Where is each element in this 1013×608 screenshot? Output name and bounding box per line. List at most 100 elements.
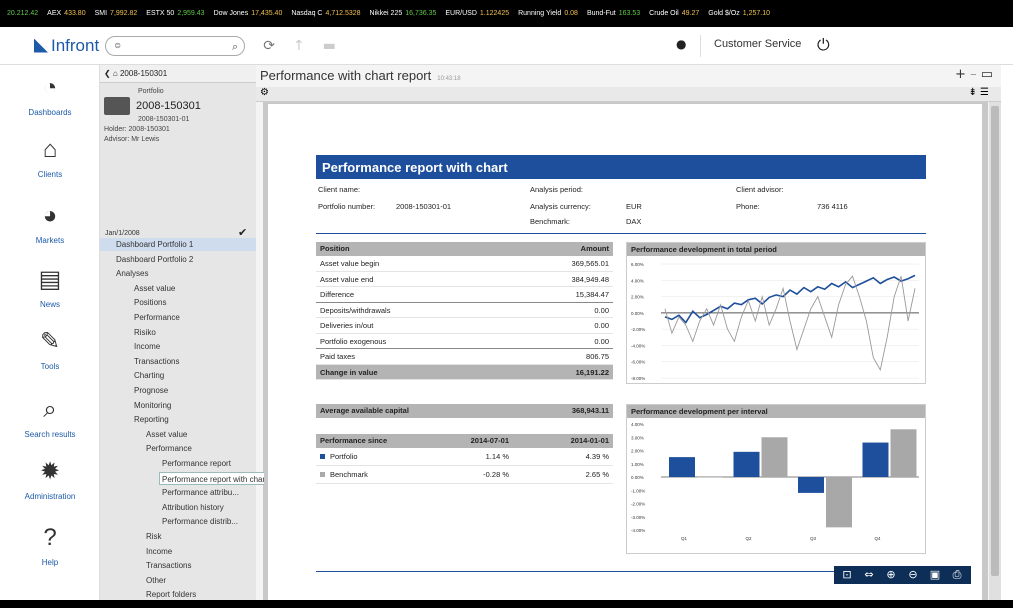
ticker-item[interactable]: Running Yield 0.08 [518, 10, 578, 17]
tree-node[interactable]: Other [100, 574, 166, 587]
header-rule [316, 233, 926, 234]
briefcase-icon [104, 97, 130, 115]
tree-node[interactable]: Performance [100, 311, 180, 324]
zoom-out-icon[interactable]: ⊖ [904, 568, 922, 582]
amount-header: Amount [580, 244, 609, 253]
y-tick-label: -6.00% [631, 360, 645, 365]
search-input[interactable]: ⊜ ⌕ [105, 35, 246, 56]
tree-node[interactable]: Report folders [100, 588, 196, 600]
rail-label: Dashboards [28, 108, 72, 117]
bar-chart-box: Performance development per interval 4.0… [626, 404, 926, 554]
rail-item-news[interactable]: ▤ News [0, 265, 100, 309]
tree-node[interactable]: Asset value [100, 282, 175, 295]
ticker-value: 4,712.5328 [325, 10, 361, 17]
tree-node[interactable]: Asset value [100, 428, 187, 441]
ticker-item[interactable]: Dow Jones 17,435.40 [214, 10, 283, 17]
tree-node[interactable]: Performance attribu... [100, 486, 239, 499]
tree-node[interactable]: Performance report [100, 457, 231, 470]
tree-node[interactable]: Performance report with chart [159, 471, 264, 485]
save-icon[interactable]: ▣ [926, 568, 944, 582]
detach-icon[interactable]: ▭ [981, 67, 993, 82]
line-chart: 6.00% 4.00% 2.00% 0.00% -2.00% -4.00% -6.00% -8… [631, 262, 919, 381]
clients-icon: ⌂ [42, 136, 58, 163]
rail-item-dashboards[interactable]: ◔ Dashboards [0, 73, 100, 117]
fit-width-icon[interactable]: ⇔ [860, 568, 878, 582]
back-icon[interactable]: ❮ ⌂ [104, 69, 120, 78]
tree-node[interactable]: Positions [100, 296, 166, 309]
report-toolbar: ⚙ ⇟ ☰ [256, 87, 1001, 102]
rail-item-administration[interactable]: ✹ Administration [0, 457, 100, 501]
tree-node[interactable]: Income [100, 340, 160, 353]
y-tick-label: 0.00% [631, 311, 644, 316]
tree-node[interactable]: Analyses [100, 267, 148, 280]
tree-node[interactable]: Prognose [100, 384, 168, 397]
rail-item-help[interactable]: ? Help [0, 523, 100, 567]
ticker-value: 1,257.10 [742, 10, 771, 17]
vertical-scrollbar[interactable] [989, 102, 1001, 600]
export-icon[interactable]: ⇟ ☰ [968, 87, 989, 98]
ticker-value: 163.53 [618, 10, 641, 17]
user-icon[interactable]: ● [676, 37, 686, 51]
search-icon[interactable]: ⌕ [232, 40, 238, 54]
tree-node[interactable]: Monitoring [100, 399, 171, 412]
ticker-item[interactable]: EUR/USD 1.122425 [445, 10, 509, 17]
avg-capital-value: 368,943.11 [571, 406, 609, 415]
ticker-item[interactable]: AEX 433.80 [47, 10, 85, 17]
avg-capital-label: Average available capital [320, 406, 409, 415]
tree-node[interactable]: Performance distrib... [100, 515, 238, 528]
ticker-item[interactable]: 20.212.42 [4, 10, 38, 17]
ticker-item[interactable]: Nasdaq C 4,712.5328 [291, 10, 360, 17]
ticker-name: Nikkei 225 [369, 10, 403, 17]
performance-since-table: Performance since 2014-07-01 2014-01-01 … [316, 434, 613, 484]
y-tick-label: -4.00% [631, 343, 645, 348]
refresh-icon[interactable]: ⟳ [263, 38, 275, 54]
tree-node[interactable]: Risk [100, 530, 162, 543]
ticker-item[interactable]: Bund-Fut 163.53 [587, 10, 640, 17]
tree-node[interactable]: Dashboard Portfolio 2 [100, 253, 193, 266]
ticker-item[interactable]: Nikkei 225 16,736.35 [370, 10, 437, 17]
bar-chart-title: Performance development per interval [627, 405, 925, 418]
client-advisor-label: Client advisor: [736, 185, 784, 194]
tree-header[interactable]: ❮ ⌂ 2008-150301 [100, 65, 264, 83]
app-window: 20.212.42 AEX 433.80 SMI 7,992.82 ESTX 50 2,95… [0, 0, 1013, 608]
rail-item-tools[interactable]: ✎ Tools [0, 327, 100, 371]
ticker-item[interactable]: Gold $/Oz 1,257.10 [708, 10, 770, 17]
print-icon[interactable]: ⎙ [948, 568, 966, 582]
minimize-icon[interactable]: – [970, 67, 977, 82]
upload-icon[interactable]: ↑ [293, 38, 305, 54]
legend-swatch [320, 472, 325, 477]
tree-node[interactable]: Performance [100, 442, 192, 455]
ticker-value: 433.80 [64, 10, 86, 17]
benchmark-label: Benchmark: [530, 217, 571, 226]
phone-label: Phone: [736, 202, 760, 211]
tree-node[interactable]: Income [100, 545, 172, 558]
customer-service-link[interactable]: Customer Service [714, 38, 801, 50]
ticker-item[interactable]: ESTX 50 2,959.43 [146, 10, 204, 17]
tree-node[interactable]: Transactions [100, 559, 192, 572]
report-title: Performance report with chart [316, 155, 926, 179]
y-tick-label: 6.00% [631, 262, 644, 267]
position-label: Portfolio exogenous [320, 336, 387, 346]
infront-logo[interactable]: Infront [34, 36, 99, 56]
add-icon[interactable]: + [955, 67, 966, 82]
ticker-item[interactable]: Crude Oil 49.27 [649, 10, 699, 17]
rail-item-markets[interactable]: ◕ Markets [0, 201, 100, 245]
scrollbar-thumb[interactable] [991, 106, 999, 576]
tree-node[interactable]: Attribution history [100, 501, 224, 514]
tree-node[interactable]: Risiko [100, 326, 156, 339]
tree-node[interactable]: Transactions [100, 355, 180, 368]
rail-item-search-results[interactable]: ⌕ Search results [0, 395, 100, 439]
fit-page-icon[interactable]: ⊡ [838, 568, 856, 582]
performance-since-rows: Portfolio 1.14 % 4.39 % Benchmark -0.28 % 2.6… [316, 448, 613, 484]
zoom-in-icon[interactable]: ⊕ [882, 568, 900, 582]
tree-node[interactable]: Reporting [100, 413, 169, 426]
tree-node[interactable]: Charting [100, 369, 164, 382]
ticker-item[interactable]: SMI 7,992.82 [95, 10, 138, 17]
y-tick-label: 2.00% [631, 449, 644, 454]
rail-item-clients[interactable]: ⌂ Clients [0, 135, 100, 179]
power-icon[interactable]: ⏻ [817, 35, 830, 55]
bar-q4-benchmark [890, 429, 917, 477]
minus-icon[interactable]: ▬ [323, 38, 336, 54]
settings-gear-icon[interactable]: ⚙ [260, 87, 269, 98]
change-label: Change in value [320, 367, 378, 377]
